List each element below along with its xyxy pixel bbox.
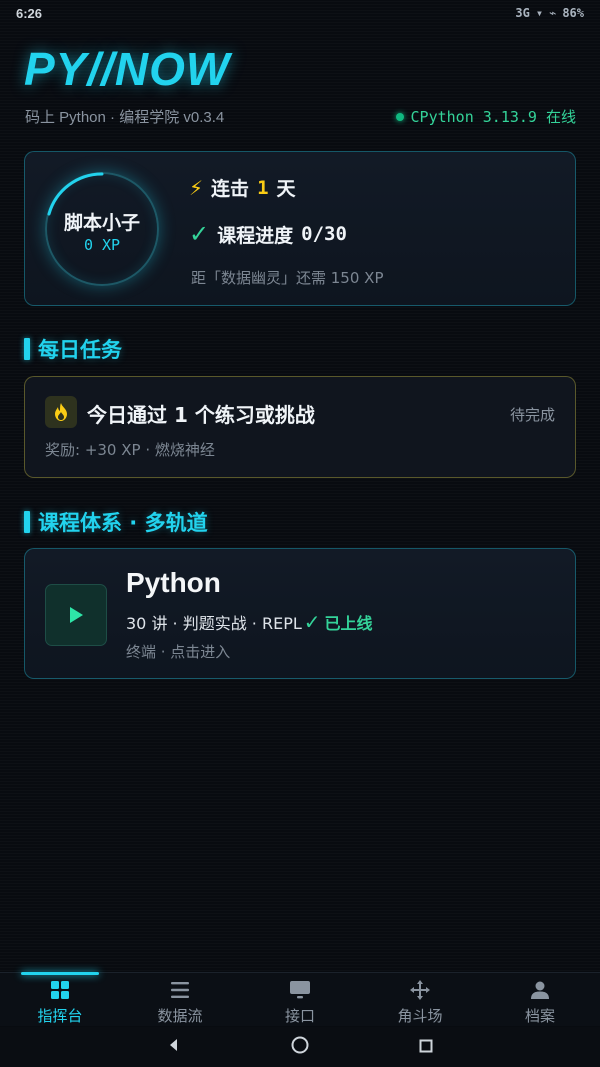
next-rank-text: 距「数据幽灵」还需 150 XP [191,269,384,287]
status-time: 6:26 [16,5,43,21]
nav-item-interface[interactable]: 接口 [240,973,360,1026]
nav-item-dataflow[interactable]: 数据流 [120,973,240,1026]
streak-prefix: 连击 [211,178,250,200]
progress-label: 课程进度 [217,224,294,247]
play-icon [70,607,83,623]
move-arrows-icon [409,978,431,1002]
progress-row: ✓ 课程进度 0/30 [189,220,347,248]
runtime-status: CPython 3.13.9 在线 [395,106,576,127]
runtime-status-text: CPython 3.13.9 在线 [410,108,576,126]
streak-days: 1 [257,176,269,199]
task-status: 待完成 [509,406,555,424]
nav-item-dashboard[interactable]: 指挥台 [0,972,120,1026]
check-icon: ✓ [303,610,321,634]
lightning-icon: ⚡ [189,175,204,200]
check-icon: ✓ [189,220,210,248]
recents-icon[interactable] [419,1038,433,1057]
profile-card[interactable]: 脚本小子 0 XP ⚡ 连击 1 天 ✓ 课程进度 0/30 距「数据幽灵」还需… [24,151,576,306]
list-icon [170,978,190,1002]
course-card-python[interactable]: Python 30 讲 · 判题实战 · REPL ✓ 已上线 终端 · 点击进… [24,548,576,679]
nav-label: 接口 [284,1007,315,1025]
streak-suffix: 天 [276,178,296,200]
progress-value: 0/30 [301,223,347,245]
bottom-nav: 指挥台 数据流 接口 角斗场 档案 [0,972,600,1026]
system-nav-bar [0,1027,600,1067]
rank-title: 脚本小子 [63,212,140,234]
daily-section-label: 每日任务 [38,338,122,362]
course-meta: 30 讲 · 判题实战 · REPL ✓ 已上线 [126,610,373,634]
status-bar: 6:26 3G ▾ ⌁ 86% [0,0,600,26]
app-logo: PY//NOW [24,43,231,95]
daily-task-card[interactable]: 今日通过 1 个练习或挑战 待完成 奖励: +30 XP · 燃烧神经 [24,376,576,478]
nav-label: 角斗场 [397,1007,443,1025]
monitor-icon [289,978,311,1002]
status-indicators: 3G ▾ ⌁ 86% [515,6,584,20]
wifi-icon: ▾ [535,6,544,20]
nav-label: 档案 [524,1007,555,1025]
dashboard-grid-icon [50,978,70,1002]
back-icon[interactable] [167,1037,181,1057]
streak-row: ⚡ 连击 1 天 [189,174,296,201]
section-accent-bar [24,338,30,360]
person-icon [530,978,550,1002]
course-section-title: 课程体系 · 多轨道 [24,507,208,537]
course-status: 已上线 [324,614,373,633]
app-subtitle: 码上 Python · 编程学院 v0.3.4 [25,109,225,126]
online-dot-icon [395,112,404,121]
battery-level: 86% [562,6,584,20]
section-accent-bar [24,511,30,533]
nav-label: 指挥台 [37,1007,83,1025]
flame-icon [45,396,77,428]
network-label: 3G [515,6,530,20]
task-reward: 奖励: +30 XP · 燃烧神经 [45,441,215,459]
course-section-label: 课程体系 · 多轨道 [38,511,208,535]
nav-label: 数据流 [157,1007,203,1025]
course-hint: 终端 · 点击进入 [126,643,231,661]
course-name: Python [126,567,221,598]
battery-icon: ⌁ [549,6,557,20]
nav-item-profile[interactable]: 档案 [480,973,600,1026]
xp-value: 0 XP [83,236,121,254]
xp-ring: 脚本小子 0 XP [45,172,159,286]
task-text: 今日通过 1 个练习或挑战 [87,403,315,427]
home-icon[interactable] [291,1036,309,1058]
nav-item-arena[interactable]: 角斗场 [360,973,480,1026]
course-meta-text: 30 讲 · 判题实战 · REPL [126,614,302,633]
play-button[interactable] [45,584,107,646]
daily-section-title: 每日任务 [24,334,122,364]
